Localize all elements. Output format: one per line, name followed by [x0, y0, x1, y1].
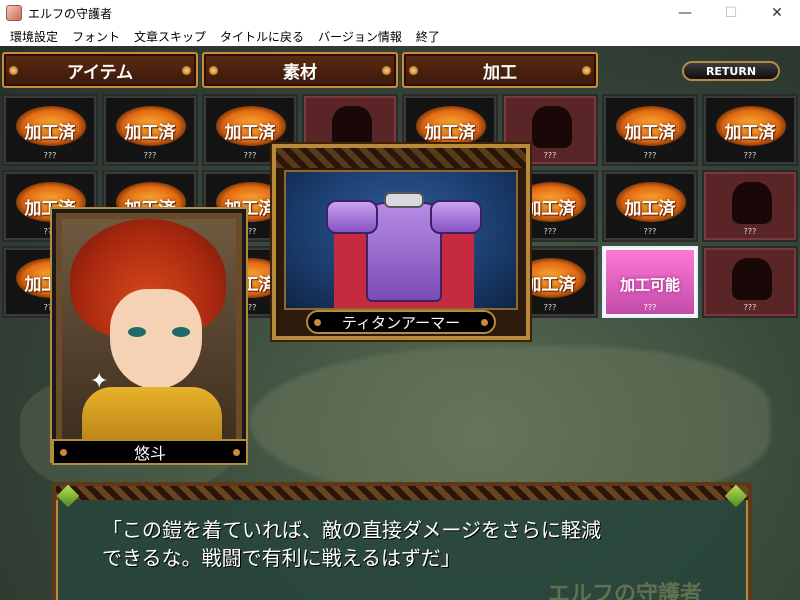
craft-slot-crafted[interactable]: 加工済???: [602, 94, 698, 166]
menu-settings[interactable]: 環境設定: [4, 28, 66, 45]
stud-icon: [9, 66, 18, 75]
menu-exit[interactable]: 終了: [410, 28, 448, 45]
craft-status-label: 加工済: [224, 123, 276, 143]
stud-icon: [182, 66, 191, 75]
frame-border-pattern: [276, 148, 526, 168]
game-screen: アイテム 素材 加工 RETURN 加工済???加工済???加工済??????加…: [0, 46, 800, 600]
character-face: [110, 289, 202, 389]
maximize-button[interactable]: ☐: [708, 0, 754, 26]
tab-craft[interactable]: 加工: [402, 52, 598, 88]
menu-font[interactable]: フォント: [66, 28, 128, 45]
item-quantity: ???: [743, 303, 757, 312]
tab-item[interactable]: アイテム: [2, 52, 198, 88]
character-name-plate: 悠斗: [52, 439, 248, 465]
window-titlebar: エルフの守護者 — ☐ ✕: [0, 0, 800, 26]
craft-slot-crafted[interactable]: 加工済???: [602, 170, 698, 242]
craft-slot-crafted[interactable]: 加工済???: [2, 94, 98, 166]
menu-back-to-title[interactable]: タイトルに戻る: [214, 28, 312, 45]
stud-icon: [409, 66, 418, 75]
item-quantity: ???: [43, 151, 57, 160]
menu-bar: 環境設定 フォント 文章スキップ タイトルに戻る バージョン情報 終了: [0, 26, 800, 46]
character-eye: [172, 327, 190, 337]
tab-material-label: 素材: [283, 62, 317, 83]
stud-icon: [382, 66, 391, 75]
minimize-button[interactable]: —: [662, 0, 708, 26]
craft-slot-crafted[interactable]: 加工済???: [702, 94, 798, 166]
character-portrait: ✦: [52, 209, 246, 461]
window-controls: — ☐ ✕: [662, 0, 800, 26]
window-title: エルフの守護者: [28, 6, 113, 21]
character-art: ✦: [62, 219, 236, 445]
craft-status-label: 加工済: [624, 199, 676, 219]
armor-shoulder: [430, 200, 482, 234]
item-quantity: ???: [743, 151, 757, 160]
tab-item-label: アイテム: [66, 62, 134, 83]
item-silhouette-icon: [532, 106, 572, 148]
item-silhouette-icon: [332, 106, 372, 148]
item-quantity: ???: [643, 303, 657, 312]
return-button[interactable]: RETURN: [682, 61, 780, 81]
character-outfit: [82, 387, 222, 445]
item-quantity: ???: [743, 227, 757, 236]
armor-shoulder: [326, 200, 378, 234]
item-image: [284, 170, 518, 310]
stud-icon: [481, 319, 488, 326]
craft-status-label: 加工済: [424, 123, 476, 143]
craft-status-label: 加工可能: [619, 276, 680, 294]
stud-icon: [582, 66, 591, 75]
item-quantity: ???: [643, 227, 657, 236]
close-button[interactable]: ✕: [754, 0, 800, 26]
stud-icon: [209, 66, 218, 75]
craft-status-label: 加工済: [124, 123, 176, 143]
character-name: 悠斗: [133, 444, 166, 463]
dialogue-text: 「この鎧を着ていれば、敵の直接ダメージをさらに軽減 できるな。戦闘で有利に戦える…: [102, 518, 601, 570]
craft-status-label: 加工済: [24, 123, 76, 143]
item-name: ティタンアーマー: [341, 313, 461, 332]
item-detail-popup: ティタンアーマー: [272, 144, 530, 340]
sparkle-icon: ✦: [90, 369, 109, 394]
armor-collar: [384, 192, 424, 208]
item-silhouette-icon: [732, 258, 772, 300]
menu-skip-text[interactable]: 文章スキップ: [128, 28, 214, 45]
tab-craft-label: 加工: [483, 62, 517, 83]
craft-slot-craftable[interactable]: 加工可能???: [602, 246, 698, 318]
stud-icon: [314, 319, 321, 326]
craft-status-label: 加工済: [724, 123, 776, 143]
character-eye: [128, 327, 146, 337]
craft-slot-crafted[interactable]: 加工済???: [102, 94, 198, 166]
item-name-plate: ティタンアーマー: [306, 310, 496, 334]
item-silhouette-icon: [732, 182, 772, 224]
item-quantity: ???: [643, 151, 657, 160]
item-quantity: ???: [143, 151, 157, 160]
app-icon: [6, 5, 22, 21]
frame-border-pattern: [56, 486, 748, 500]
tab-material[interactable]: 素材: [202, 52, 398, 88]
menu-version-info[interactable]: バージョン情報: [312, 28, 410, 45]
craft-slot-locked[interactable]: ???: [702, 170, 798, 242]
stud-icon: [60, 449, 67, 456]
craft-slot-locked[interactable]: ???: [702, 246, 798, 318]
stud-icon: [233, 449, 240, 456]
game-logo-watermark: エルフの守護者: [548, 581, 703, 600]
craft-status-label: 加工済: [624, 123, 676, 143]
